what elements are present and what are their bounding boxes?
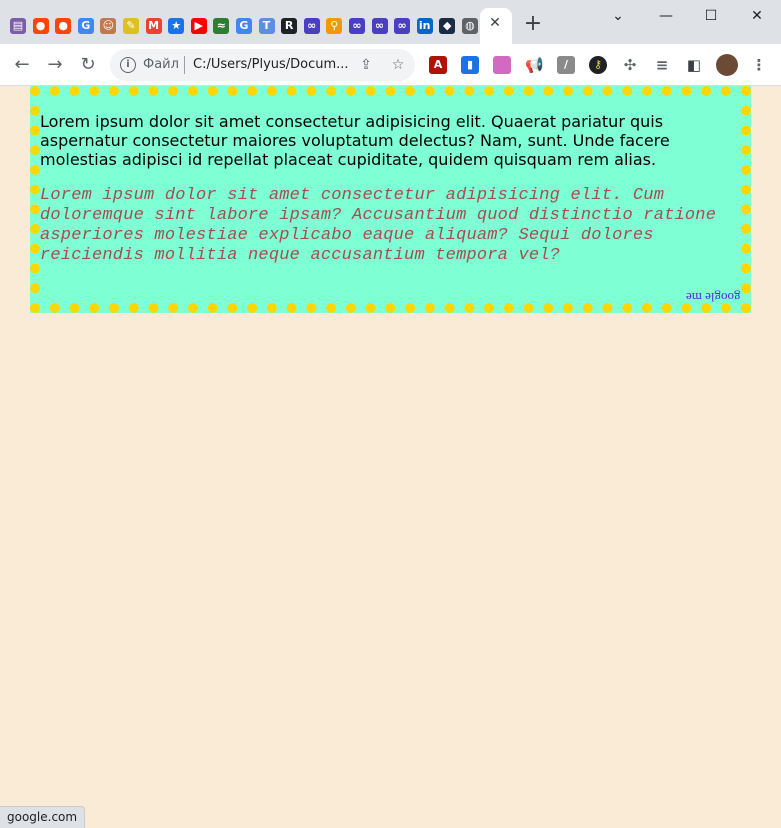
maps-pin-icon[interactable]: ⚲ xyxy=(326,18,343,34)
security-label: Файл xyxy=(143,57,179,72)
bookmark-star-icon[interactable]: ☆ xyxy=(389,57,407,73)
extensions-puzzle-icon[interactable]: ✣ xyxy=(621,56,639,74)
dark-cube-icon[interactable]: ◆ xyxy=(439,18,456,34)
r-icon[interactable]: R xyxy=(281,18,298,34)
side-panel-icon[interactable]: ◧ xyxy=(685,56,703,74)
megaphone-extension-icon[interactable]: 📢 xyxy=(525,56,544,74)
t-icon[interactable]: T xyxy=(258,18,275,34)
omnibox-divider xyxy=(184,56,185,74)
globe-icon[interactable]: ◍ xyxy=(461,18,478,34)
gradient-extension-icon[interactable] xyxy=(493,56,511,74)
paragraph-regular: Lorem ipsum dolor sit amet consectetur a… xyxy=(40,112,670,169)
info-icon[interactable]: i xyxy=(120,57,136,73)
link-icon[interactable]: ∞ xyxy=(371,18,388,34)
tab-favicons: ▤ ● ● G ☺ ✎ M ★ ▶ ≈ G T R ∞ ⚲ ∞ ∞ ∞ in ◆ ◍ xyxy=(10,15,484,37)
link-icon[interactable]: ∞ xyxy=(348,18,365,34)
tab-search-icon[interactable]: ⌄ xyxy=(608,6,628,26)
tab-strip: ▤ ● ● G ☺ ✎ M ★ ▶ ≈ G T R ∞ ⚲ ∞ ∞ ∞ in ◆ ◍ ✕ + ⌄ — ☐ ✕ xyxy=(0,0,781,44)
reload-button[interactable]: ↻ xyxy=(76,53,100,77)
paragraph-italic: Lorem ipsum dolor sit amet consectetur a… xyxy=(40,186,717,265)
google-me-link[interactable]: google me xyxy=(686,290,741,305)
link-icon[interactable]: ∞ xyxy=(394,18,411,34)
address-bar[interactable]: i Файл C:/Users/Plyus/Docum... ⇪ ☆ xyxy=(110,49,415,81)
star-icon[interactable]: ★ xyxy=(168,18,185,34)
google-icon[interactable]: G xyxy=(77,18,94,34)
google-icon[interactable]: G xyxy=(235,18,252,34)
library-icon[interactable]: ▤ xyxy=(10,18,26,34)
reddit-icon[interactable]: ● xyxy=(55,18,72,34)
browser-toolbar: ← → ↻ i Файл C:/Users/Plyus/Docum... ⇪ ☆… xyxy=(0,44,781,86)
close-tab-icon[interactable]: ✕ xyxy=(487,15,503,31)
dna-icon[interactable]: ≈ xyxy=(213,18,230,34)
link-icon[interactable]: ∞ xyxy=(303,18,320,34)
reddit-icon[interactable]: ● xyxy=(32,18,49,34)
chat-icon[interactable]: ✎ xyxy=(122,18,139,34)
close-window-button[interactable]: ✕ xyxy=(747,6,767,26)
minimize-button[interactable]: — xyxy=(656,6,676,26)
gmail-icon[interactable]: M xyxy=(145,18,162,34)
youtube-icon[interactable]: ▶ xyxy=(190,18,207,34)
forward-button[interactable]: → xyxy=(43,53,67,77)
pdf-extension-icon[interactable]: A xyxy=(429,56,447,74)
status-bar: google.com xyxy=(0,806,86,828)
new-tab-button[interactable]: + xyxy=(522,13,544,35)
key-extension-icon[interactable]: ⚷ xyxy=(589,56,607,74)
slash-extension-icon[interactable]: / xyxy=(557,56,575,74)
maximize-button[interactable]: ☐ xyxy=(701,6,721,26)
linkedin-icon[interactable]: in xyxy=(416,18,433,34)
back-button[interactable]: ← xyxy=(10,53,34,77)
trello-extension-icon[interactable]: ▮ xyxy=(461,56,479,74)
profile-avatar[interactable] xyxy=(716,54,738,76)
menu-kebab-icon[interactable]: ⋮ xyxy=(750,56,768,74)
avatar-icon[interactable]: ☺ xyxy=(100,18,117,34)
url-text[interactable]: C:/Users/Plyus/Docum... xyxy=(193,57,353,73)
share-icon[interactable]: ⇪ xyxy=(357,57,375,73)
content-box: Lorem ipsum dolor sit amet consectetur a… xyxy=(30,86,751,313)
media-control-icon[interactable]: ≡ xyxy=(653,56,671,74)
